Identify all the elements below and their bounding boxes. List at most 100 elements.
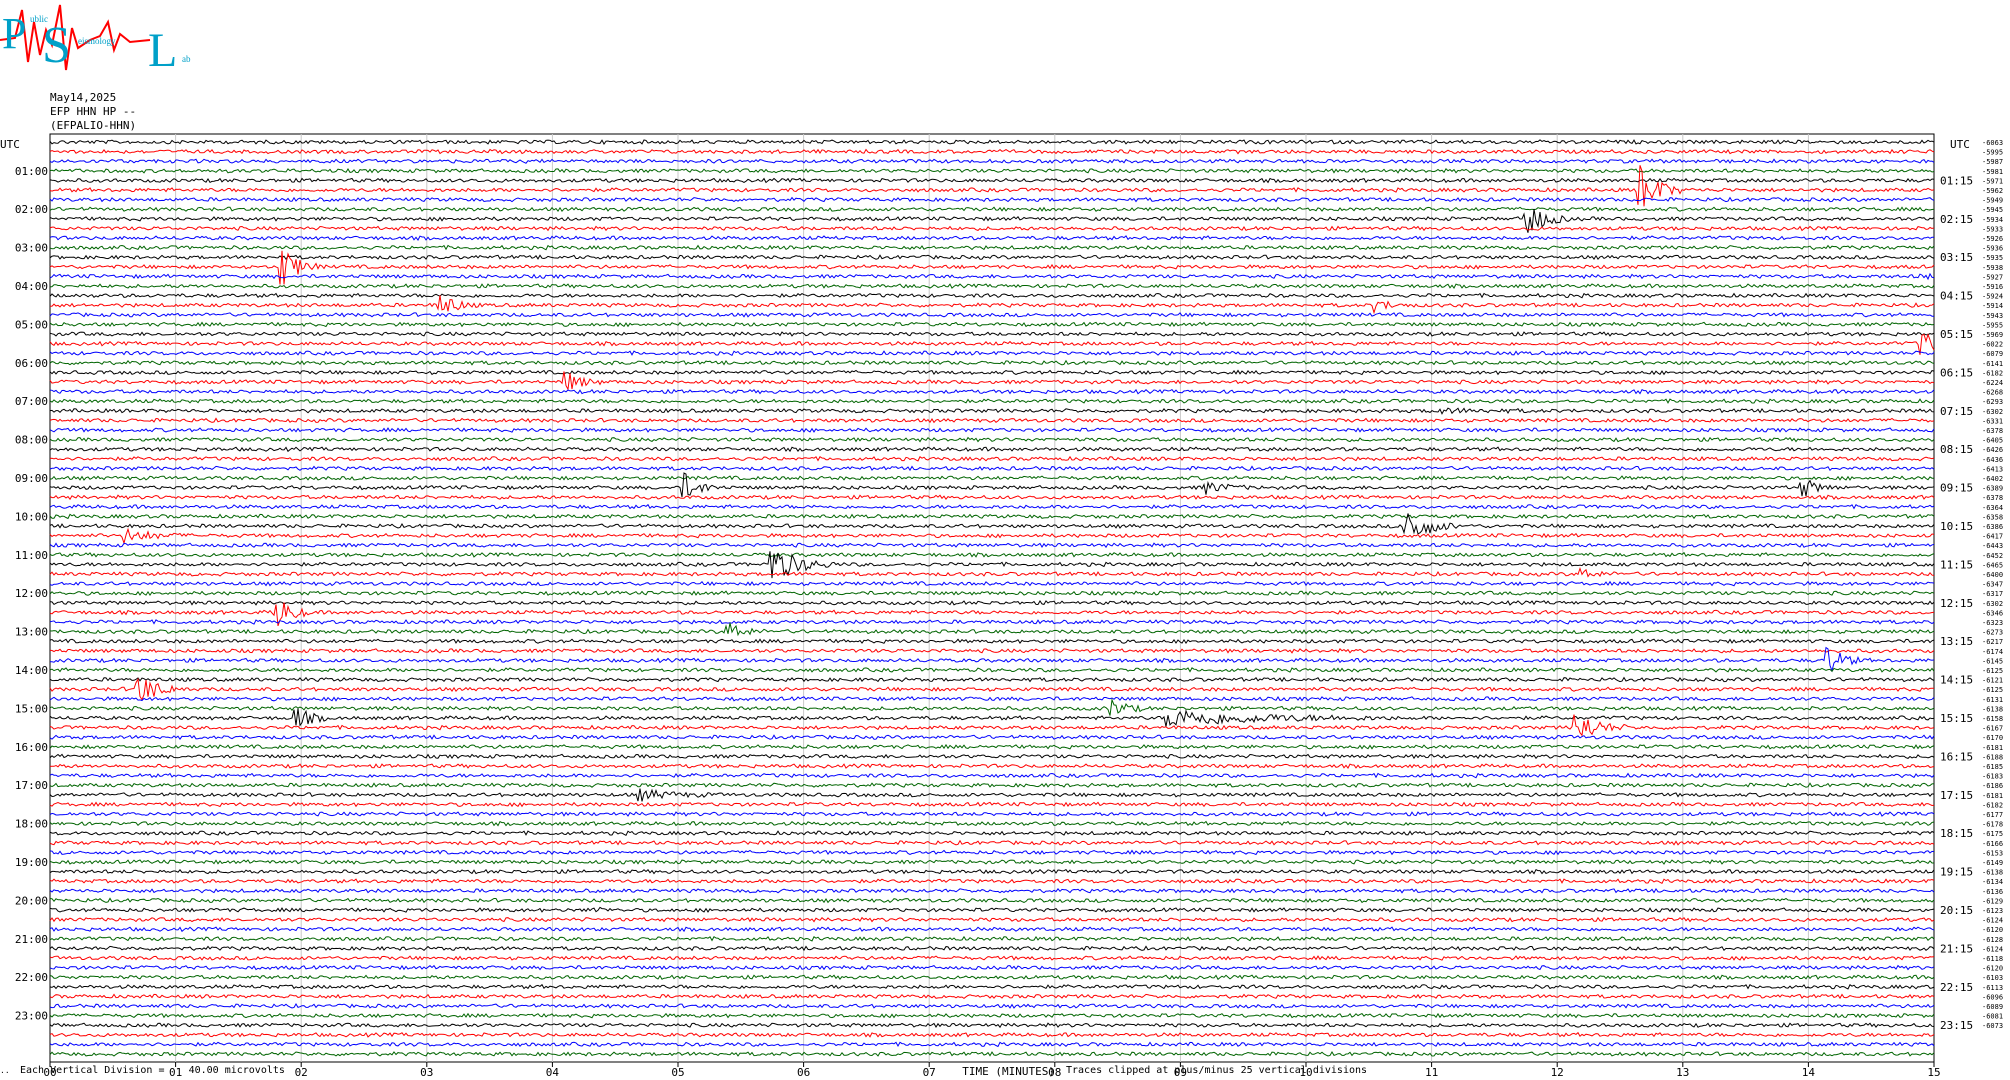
trace-offset-label: -6136 (1982, 888, 2003, 896)
trace-offset-label: -6183 (1982, 773, 2003, 781)
trace-offset-label: -6149 (1982, 859, 2003, 867)
hour-label: 10:00 (15, 510, 48, 523)
hour-label: 18:00 (15, 818, 48, 831)
trace-offset-label: -6118 (1982, 955, 2003, 963)
trace-offset-label: -6123 (1982, 907, 2003, 915)
hour-label-right: 04:15 (1940, 290, 1973, 303)
trace-offset-label: -6347 (1982, 581, 2003, 589)
trace-offset-label: -6134 (1982, 878, 2003, 886)
seismogram-trace (49, 820, 1935, 827)
seismogram-trace (49, 1012, 1935, 1019)
seismogram-trace (49, 638, 1935, 645)
x-tick-label: 12 (1551, 1066, 1564, 1079)
trace-offset-label: -6224 (1982, 379, 2003, 387)
seismogram-trace (49, 272, 1935, 281)
seismogram-trace (49, 619, 1935, 625)
trace-offset-label: -6302 (1982, 600, 2003, 608)
seismogram-trace (49, 427, 1935, 433)
x-tick-label: 04 (546, 1066, 560, 1079)
seismogram-trace (49, 734, 1935, 741)
trace-offset-label: -6323 (1982, 619, 2003, 627)
trace-offset-label: -6120 (1982, 965, 2003, 973)
hour-label: 15:00 (15, 702, 48, 715)
seismogram-trace (49, 788, 1935, 802)
hour-label-right: 15:15 (1940, 712, 1973, 725)
helicorder-chart: UTC UTC 01:00 02:00 03:00 04:00 05:00 06:00 07:0… (0, 133, 2003, 1079)
trace-offset-label: -6145 (1982, 657, 2003, 665)
seismogram-trace (49, 964, 1935, 971)
hour-label-right: 03:15 (1940, 251, 1973, 264)
clip-note: Traces clipped at plus/minus 25 vertical… (1066, 1065, 1368, 1076)
hour-label-right: 08:15 (1940, 443, 1973, 456)
hour-label-right: 18:15 (1940, 827, 1973, 840)
seismogram-trace (49, 465, 1935, 472)
seismogram-trace (49, 513, 1935, 520)
seismogram-trace (49, 503, 1935, 510)
x-tick-label: 03 (420, 1066, 433, 1079)
trace-offset-label: -6417 (1982, 533, 2003, 541)
trace-offset-label: -5995 (1982, 149, 2003, 157)
seismogram-trace (49, 1031, 1935, 1038)
hour-label: 11:00 (15, 549, 48, 562)
hour-label: 02:00 (15, 203, 48, 216)
seismogram-trace (49, 955, 1935, 961)
seismogram-trace (49, 312, 1934, 318)
trace-offset-label: -5981 (1982, 168, 2003, 176)
trace-offset-label: -5935 (1982, 254, 2003, 262)
trace-offset-label: -6217 (1982, 638, 2003, 646)
seismogram-trace (49, 417, 1935, 424)
hour-label-right: 20:15 (1940, 904, 1973, 917)
hour-label: 04:00 (15, 280, 48, 293)
seismogram-trace (49, 906, 1935, 913)
trace-offset-label: -6443 (1982, 542, 2003, 550)
seismogram-trace (49, 359, 1935, 366)
trace-offset-label: -6166 (1982, 840, 2003, 848)
trace-offset-label: -5927 (1982, 273, 2003, 281)
trace-offset-label: -6188 (1982, 753, 2003, 761)
seismogram-trace (49, 542, 1935, 549)
trace-offset-label: -6452 (1982, 552, 2003, 560)
trace-offset-label: -5969 (1982, 331, 2003, 339)
seismogram-trace (49, 551, 1935, 558)
seismogram-trace (49, 350, 1935, 356)
trace-offset-label: -6413 (1982, 465, 2003, 473)
hour-label-right: 07:15 (1940, 405, 1973, 418)
trace-offset-label: -5933 (1982, 225, 2003, 233)
hour-label-right: 13:15 (1940, 635, 1973, 648)
seismogram-trace (49, 868, 1935, 875)
seismogram-trace (49, 177, 1935, 184)
seismogram-trace (49, 494, 1935, 501)
seismogram-trace (49, 206, 1935, 213)
seismogram-trace (49, 295, 1935, 315)
hour-label: 14:00 (15, 664, 48, 677)
x-tick-label: 06 (797, 1066, 810, 1079)
seismogram-trace (49, 887, 1935, 894)
hour-label-right: 10:15 (1940, 520, 1973, 533)
plot-frame (49, 133, 1935, 1063)
trace-offset-label: -6138 (1982, 869, 2003, 877)
hour-label: 16:00 (15, 741, 48, 754)
trace-offset-label: -5926 (1982, 235, 2003, 243)
seismogram-trace (49, 708, 1935, 727)
trace-offset-label: -6141 (1982, 360, 2003, 368)
seismogram-trace (49, 244, 1935, 251)
trace-offset-label: -6138 (1982, 705, 2003, 713)
seismogram-trace (49, 371, 1935, 391)
trace-offset-label: -5936 (1982, 245, 2003, 253)
seismogram-trace (49, 398, 1935, 404)
trace-offset-label: -5916 (1982, 283, 2003, 291)
trace-offset-label: -6081 (1982, 1013, 2003, 1021)
seismogram-trace (49, 1022, 1935, 1029)
seismogram-trace (49, 566, 1935, 578)
trace-offset-label: -6436 (1982, 456, 2003, 464)
seismogram-trace (49, 167, 1935, 174)
seismogram-trace (49, 647, 1935, 654)
trace-offset-label: -5934 (1982, 216, 2003, 224)
hour-label-right: 23:15 (1940, 1019, 1973, 1032)
vertical-division-note: Each Vertical Division = 40.00 microvolt… (20, 1065, 285, 1076)
trace-offset-label: -6346 (1982, 609, 2003, 617)
x-tick-label: 15 (1927, 1066, 1940, 1079)
trace-offset-label: -6317 (1982, 590, 2003, 598)
trace-offset-label: -6389 (1982, 485, 2003, 493)
hour-label-right: 12:15 (1940, 597, 1973, 610)
